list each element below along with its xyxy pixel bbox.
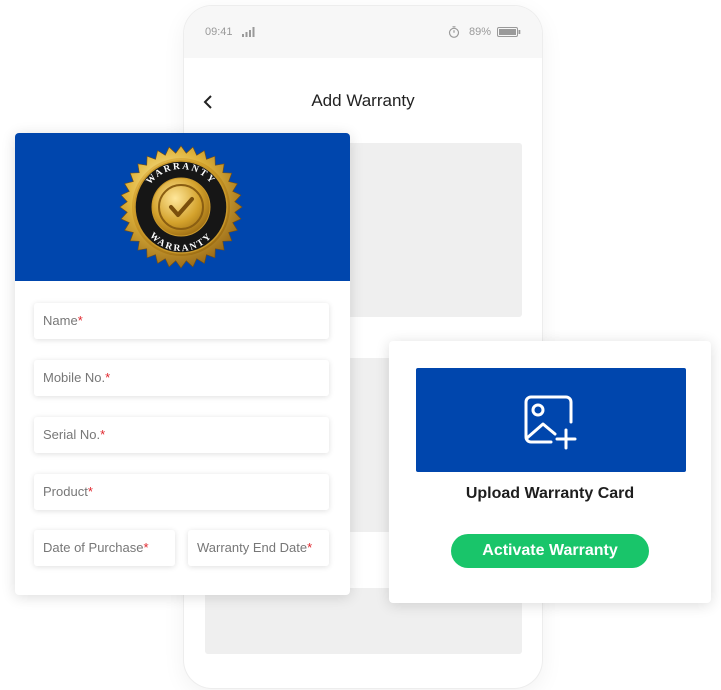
date-of-purchase-field[interactable]: Date of Purchase* (34, 530, 175, 566)
mobile-field[interactable]: Mobile No.* (34, 360, 329, 396)
required-mark: * (143, 540, 149, 555)
warranty-form-card: WARRANTY WARRANTY Name* Mobile No.* Seri… (15, 133, 350, 595)
page-title: Add Warranty (311, 91, 415, 110)
warranty-seal-icon: WARRANTY WARRANTY (119, 145, 243, 269)
required-mark: * (307, 540, 313, 555)
required-mark: * (77, 313, 83, 328)
image-upload-icon (524, 395, 577, 450)
form-header: WARRANTY WARRANTY (15, 133, 350, 281)
required-mark: * (87, 484, 93, 499)
warranty-end-date-field[interactable]: Warranty End Date* (188, 530, 329, 566)
nav-bar: Add Warranty (184, 86, 542, 118)
field-label: Serial No. (43, 427, 101, 442)
activate-warranty-button[interactable]: Activate Warranty (451, 534, 649, 568)
field-label: Warranty End Date (197, 540, 308, 555)
required-mark: * (100, 427, 106, 442)
upload-dropzone[interactable] (416, 368, 686, 472)
field-label: Mobile No. (43, 370, 106, 385)
battery-percentage: 89% (469, 26, 492, 38)
field-label: Product (43, 484, 88, 499)
signal-icon (242, 27, 255, 37)
field-label: Name (43, 313, 78, 328)
battery-icon (497, 27, 521, 37)
status-time: 09:41 (205, 26, 233, 38)
upload-warranty-card: Upload Warranty Card Activate Warranty (389, 341, 711, 603)
upload-title: Upload Warranty Card (465, 485, 635, 502)
name-field[interactable]: Name* (34, 303, 329, 339)
product-field[interactable]: Product* (34, 474, 329, 510)
field-label: Date of Purchase (43, 540, 144, 555)
required-mark: * (105, 370, 111, 385)
status-bar: 09:41 89% (184, 6, 542, 58)
serial-field[interactable]: Serial No.* (34, 417, 329, 453)
timer-icon (448, 26, 460, 38)
